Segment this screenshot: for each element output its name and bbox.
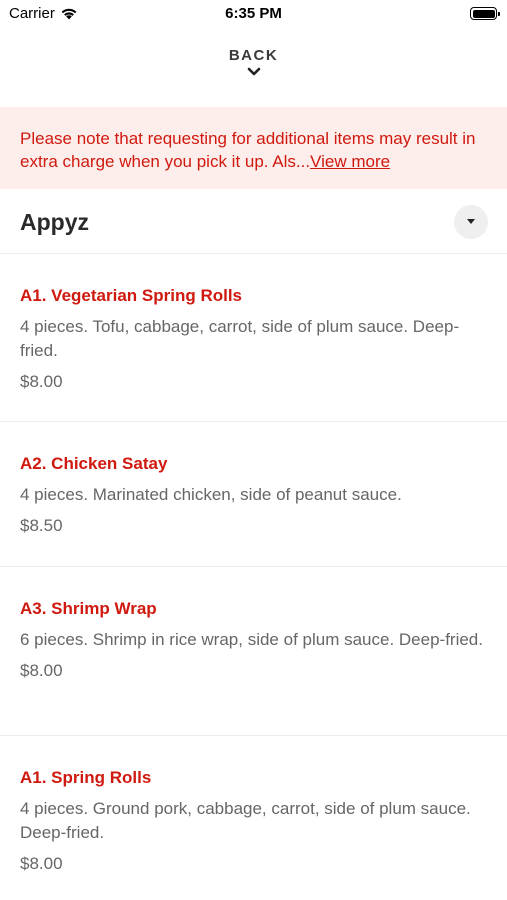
chevron-down-icon — [247, 67, 260, 76]
caret-down-icon — [467, 219, 475, 224]
menu-item[interactable]: A3. Shrimp Wrap 6 pieces. Shrimp in rice… — [0, 567, 507, 736]
menu-item-name: A1. Vegetarian Spring Rolls — [20, 286, 243, 305]
menu-item-price: $8.50 — [20, 516, 63, 535]
battery-icon — [470, 7, 500, 20]
menu-item-name: A3. Shrimp Wrap — [20, 599, 157, 618]
category-toggle-button[interactable] — [454, 205, 488, 239]
status-time: 6:35 PM — [225, 5, 282, 22]
back-button[interactable]: BACK — [0, 47, 507, 77]
view-more-link[interactable]: View more — [310, 152, 390, 171]
category-title: Appyz — [20, 209, 89, 235]
menu-item[interactable]: A2. Chicken Satay 4 pieces. Marinated ch… — [0, 422, 507, 567]
menu-item[interactable]: A1. Spring Rolls 4 pieces. Ground pork, … — [0, 736, 507, 900]
notice-message: Please note that requesting for addition… — [20, 129, 476, 171]
menu-item-description: 4 pieces. Marinated chicken, side of pea… — [20, 485, 402, 504]
status-bar: Carrier 6:35 PM — [0, 0, 507, 30]
category-header[interactable]: Appyz — [0, 190, 507, 254]
menu-item-price: $8.00 — [20, 854, 63, 873]
menu-item-price: $8.00 — [20, 661, 63, 680]
menu-item-name: A1. Spring Rolls — [20, 768, 152, 787]
menu-item-description: 4 pieces. Ground pork, cabbage, carrot, … — [20, 799, 471, 842]
menu-item-list: A1. Vegetarian Spring Rolls 4 pieces. To… — [0, 254, 507, 900]
menu-item-description: 4 pieces. Tofu, cabbage, carrot, side of… — [20, 317, 460, 360]
menu-item[interactable]: A1. Vegetarian Spring Rolls 4 pieces. To… — [0, 254, 507, 422]
menu-item-name: A2. Chicken Satay — [20, 454, 168, 473]
back-label: BACK — [228, 47, 279, 64]
notice-text: Please note that requesting for addition… — [20, 127, 487, 173]
menu-item-price: $8.00 — [20, 372, 63, 391]
surcharge-notice: Please note that requesting for addition… — [0, 107, 507, 189]
menu-item-description: 6 pieces. Shrimp in rice wrap, side of p… — [20, 630, 483, 649]
